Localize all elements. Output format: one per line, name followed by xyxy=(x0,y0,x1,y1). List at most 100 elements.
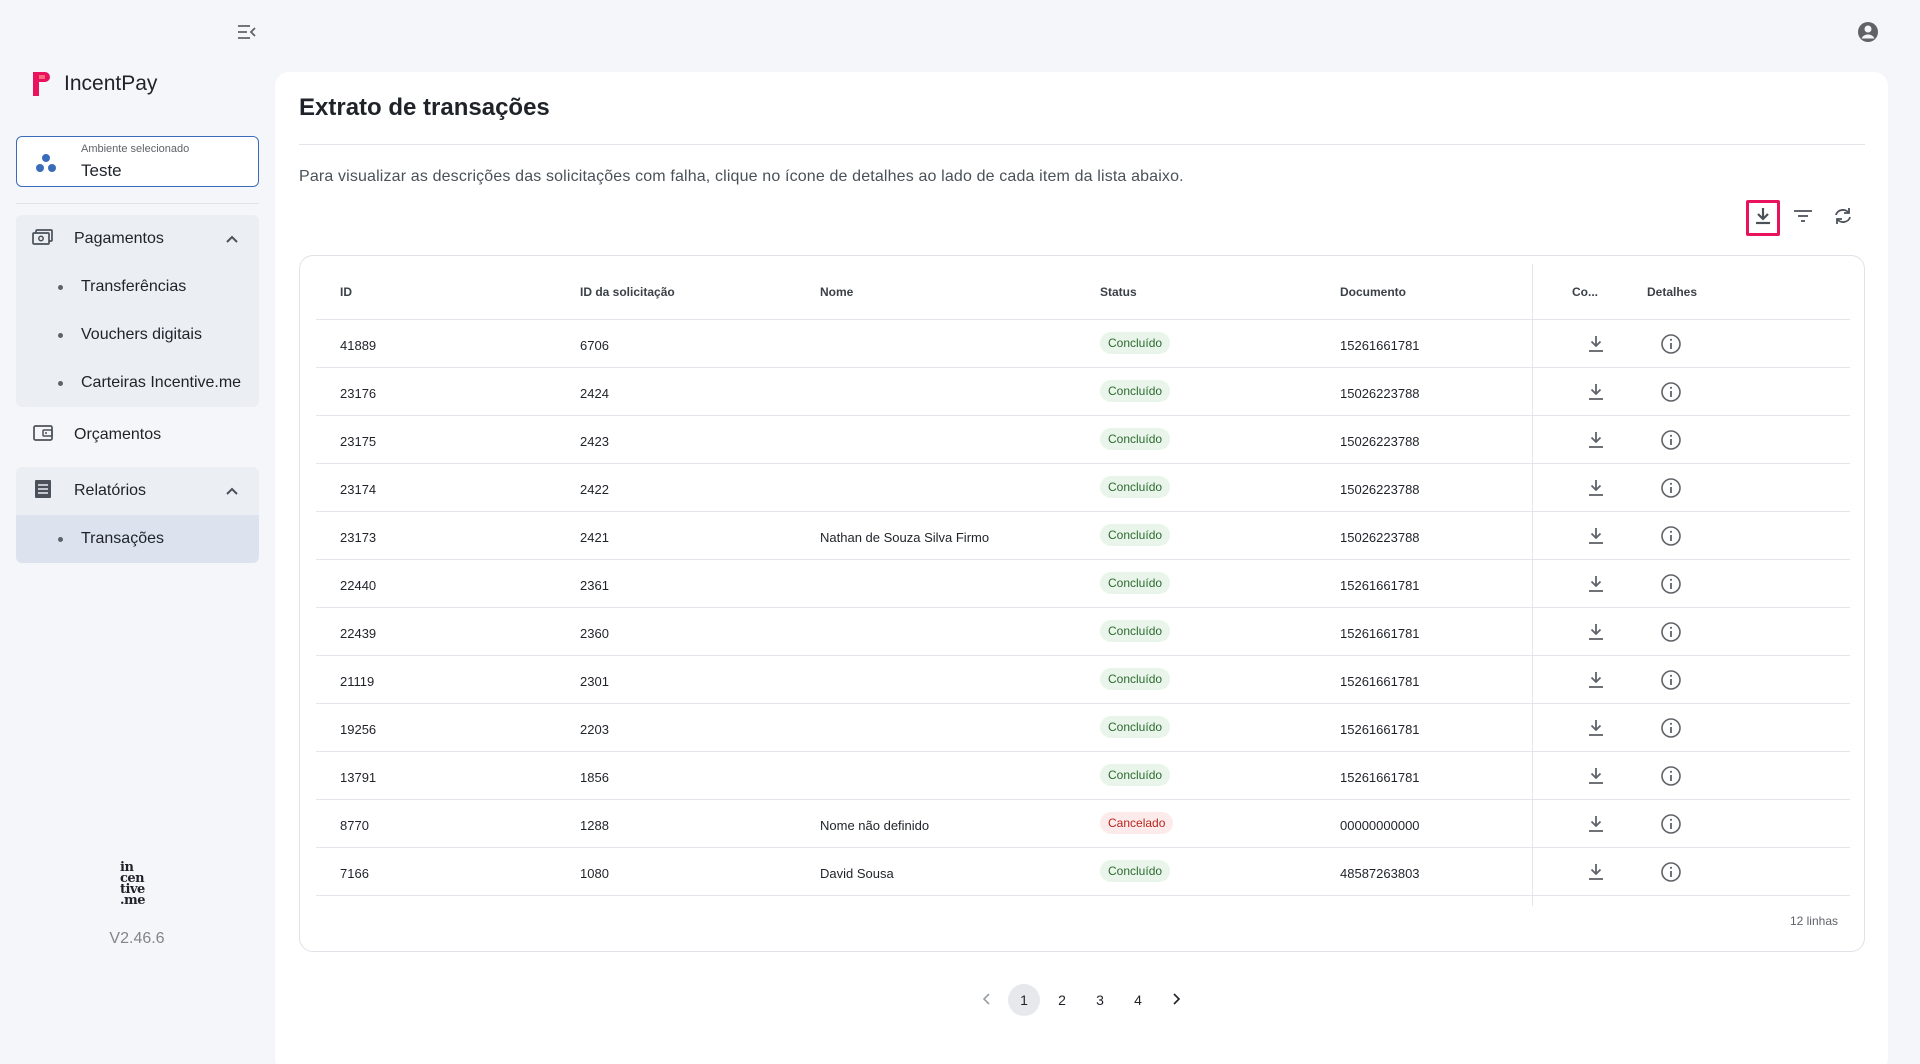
prev-page-button[interactable] xyxy=(971,984,1003,1016)
cell-id: 19256 xyxy=(340,722,377,737)
sidebar-item-transferencias[interactable]: Transferências xyxy=(16,263,259,311)
sidebar-item-label: Vouchers digitais xyxy=(81,326,202,343)
info-icon[interactable] xyxy=(1659,380,1683,404)
table-row[interactable]: 23174 2422 Concluído 15026223788 xyxy=(316,464,1850,512)
nav-group-pagamentos: Pagamentos Transferências Vouchers digit… xyxy=(16,215,259,407)
chevron-right-icon xyxy=(1171,992,1181,1008)
page-button-4[interactable]: 4 xyxy=(1122,984,1154,1016)
table-row[interactable]: 41889 6706 Concluído 15261661781 xyxy=(316,320,1850,368)
page-description: Para visualizar as descrições das solici… xyxy=(299,168,1184,185)
info-icon[interactable] xyxy=(1659,620,1683,644)
payments-icon xyxy=(32,228,54,251)
download-receipt-icon[interactable] xyxy=(1584,764,1608,788)
column-divider xyxy=(1532,264,1533,906)
collapse-menu-icon[interactable] xyxy=(232,20,262,44)
download-receipt-icon[interactable] xyxy=(1584,620,1608,644)
sidebar-item-orcamentos[interactable]: Orçamentos xyxy=(16,411,259,459)
info-icon[interactable] xyxy=(1659,668,1683,692)
status-badge: Concluído xyxy=(1100,572,1171,594)
download-receipt-icon[interactable] xyxy=(1584,860,1608,884)
column-header-comprovante[interactable]: Co... xyxy=(1572,285,1598,299)
column-header-name[interactable]: Nome xyxy=(820,285,853,299)
page-button-2[interactable]: 2 xyxy=(1046,984,1078,1016)
info-icon[interactable] xyxy=(1659,860,1683,884)
cell-document: 15261661781 xyxy=(1340,674,1420,689)
cell-id: 13791 xyxy=(340,770,377,785)
chevron-left-icon xyxy=(982,992,992,1008)
environment-selector[interactable]: Ambiente selecionado Teste xyxy=(16,136,259,187)
app-name: IncentPay xyxy=(64,72,158,95)
account-circle-icon[interactable] xyxy=(1856,20,1880,44)
cell-document: 15026223788 xyxy=(1340,530,1420,545)
column-header-request-id[interactable]: ID da solicitação xyxy=(580,285,675,299)
sidebar-divider xyxy=(16,203,259,204)
column-header-id[interactable]: ID xyxy=(340,285,352,299)
cell-request-id: 2301 xyxy=(580,674,609,689)
download-receipt-icon[interactable] xyxy=(1584,524,1608,548)
download-receipt-icon[interactable] xyxy=(1584,812,1608,836)
download-receipt-icon[interactable] xyxy=(1584,572,1608,596)
info-icon[interactable] xyxy=(1659,332,1683,356)
info-icon[interactable] xyxy=(1659,572,1683,596)
filter-button[interactable] xyxy=(1786,200,1820,236)
sidebar-item-vouchers[interactable]: Vouchers digitais xyxy=(16,311,259,359)
column-header-document[interactable]: Documento xyxy=(1340,285,1406,299)
cell-document: 15261661781 xyxy=(1340,338,1420,353)
chevron-up-icon[interactable] xyxy=(225,484,239,503)
download-receipt-icon[interactable] xyxy=(1584,428,1608,452)
info-icon[interactable] xyxy=(1659,524,1683,548)
cell-id: 8770 xyxy=(340,818,369,833)
next-page-button[interactable] xyxy=(1160,984,1192,1016)
table-row[interactable]: 23175 2423 Concluído 15026223788 xyxy=(316,416,1850,464)
sidebar-item-label: Pagamentos xyxy=(74,230,164,247)
download-button[interactable] xyxy=(1746,200,1780,236)
column-header-status[interactable]: Status xyxy=(1100,285,1137,299)
cell-request-id: 1288 xyxy=(580,818,609,833)
table-row[interactable]: 21119 2301 Concluído 15261661781 xyxy=(316,656,1850,704)
app-logo[interactable]: IncentPay xyxy=(30,70,157,98)
cell-id: 22440 xyxy=(340,578,377,593)
sidebar-item-label: Carteiras Incentive.me xyxy=(81,374,242,391)
column-header-details[interactable]: Detalhes xyxy=(1647,285,1697,299)
page-button-1[interactable]: 1 xyxy=(1008,984,1040,1016)
download-receipt-icon[interactable] xyxy=(1584,332,1608,356)
sidebar-item-relatorios[interactable]: Relatórios xyxy=(16,467,259,515)
info-icon[interactable] xyxy=(1659,476,1683,500)
cell-document: 15026223788 xyxy=(1340,482,1420,497)
download-receipt-icon[interactable] xyxy=(1584,716,1608,740)
table-header: ID ID da solicitação Nome Status Documen… xyxy=(316,256,1850,320)
cell-request-id: 2203 xyxy=(580,722,609,737)
download-receipt-icon[interactable] xyxy=(1584,668,1608,692)
page-button-3[interactable]: 3 xyxy=(1084,984,1116,1016)
info-icon[interactable] xyxy=(1659,764,1683,788)
download-receipt-icon[interactable] xyxy=(1584,380,1608,404)
sidebar-item-carteiras[interactable]: Carteiras Incentive.me xyxy=(16,359,259,407)
table-row[interactable]: 8770 1288 Nome não definido Cancelado 000000… xyxy=(316,800,1850,848)
wallet-icon xyxy=(32,424,54,447)
table-row[interactable]: 22439 2360 Concluído 15261661781 xyxy=(316,608,1850,656)
sidebar-item-pagamentos[interactable]: Pagamentos xyxy=(16,215,259,263)
cell-request-id: 2360 xyxy=(580,626,609,641)
info-icon[interactable] xyxy=(1659,716,1683,740)
table-row[interactable]: 7166 1080 David Sousa Concluído 48587263803 xyxy=(316,848,1850,896)
refresh-button[interactable] xyxy=(1826,200,1860,236)
download-receipt-icon[interactable] xyxy=(1584,476,1608,500)
status-badge: Concluído xyxy=(1100,764,1171,786)
table-row[interactable]: 23176 2424 Concluído 15026223788 xyxy=(316,368,1850,416)
chevron-up-icon[interactable] xyxy=(225,232,239,251)
info-icon[interactable] xyxy=(1659,428,1683,452)
sidebar-item-transacoes[interactable]: Transações xyxy=(16,515,259,563)
info-icon[interactable] xyxy=(1659,812,1683,836)
bullet-icon xyxy=(58,332,63,338)
cell-document: 15261661781 xyxy=(1340,722,1420,737)
nav-group-relatorios: Relatórios Transações xyxy=(16,467,259,563)
incentpay-logo-icon xyxy=(30,70,50,98)
table-row[interactable]: 19256 2203 Concluído 15261661781 xyxy=(316,704,1850,752)
cell-document: 48587263803 xyxy=(1340,866,1420,881)
table-row[interactable]: 13791 1856 Concluído 15261661781 xyxy=(316,752,1850,800)
table-row[interactable]: 23173 2421 Nathan de Souza Silva Firmo Conc… xyxy=(316,512,1850,560)
sidebar: IncentPay Ambiente selecionado Teste Pag… xyxy=(0,0,274,1064)
table-row[interactable]: 22440 2361 Concluído 15261661781 xyxy=(316,560,1850,608)
pagination: 1 2 3 4 xyxy=(275,984,1888,1016)
filter-icon xyxy=(1793,208,1813,229)
